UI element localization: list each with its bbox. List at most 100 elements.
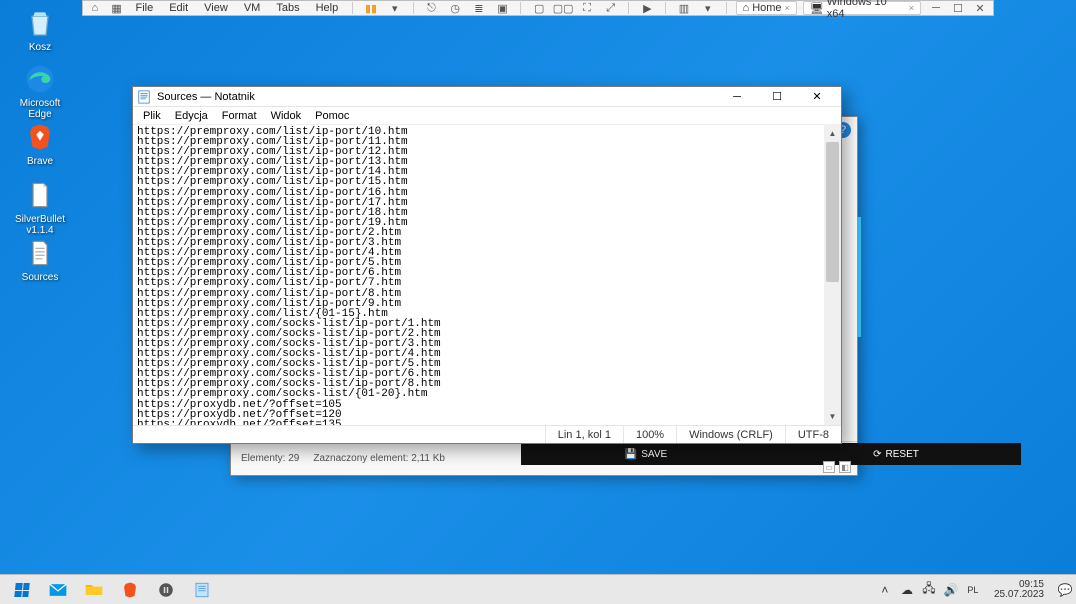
menu-view[interactable]: Widok <box>265 110 308 122</box>
desktop-icon-edge[interactable]: Microsoft Edge <box>8 62 72 120</box>
host-pause-icon[interactable]: ▮▮ <box>362 1 380 15</box>
host-dropdown-icon[interactable]: ▾ <box>386 1 404 15</box>
host-menu-edit[interactable]: Edit <box>164 2 193 14</box>
host-send-cad-icon[interactable]: ⎋ <box>423 1 441 15</box>
notepad-statusbar: Lin 1, kol 1 100% Windows (CRLF) UTF-8 <box>133 425 841 443</box>
scrollbar-vertical[interactable]: ▲ ▼ <box>824 125 841 425</box>
taskbar-mail[interactable] <box>40 576 76 604</box>
host-console-icon[interactable]: ▶ <box>638 1 656 15</box>
host-screenshot-icon[interactable]: ▣ <box>494 1 512 15</box>
menu-help[interactable]: Pomoc <box>309 110 355 122</box>
tray-network-icon[interactable]: 🖧 <box>922 583 936 597</box>
host-menu-view[interactable]: View <box>199 2 233 14</box>
status-enc: UTF-8 <box>785 426 841 443</box>
taskbar-notepad[interactable] <box>184 576 220 604</box>
tray-chevron-icon[interactable]: ˄ <box>878 583 892 597</box>
host-menu-file[interactable]: File <box>130 2 158 14</box>
maximize-button[interactable]: ☐ <box>757 88 797 106</box>
brave-icon <box>23 120 57 154</box>
host-stretch-icon[interactable]: ⤢ <box>602 1 620 15</box>
minimize-button[interactable]: ─ <box>717 88 757 106</box>
circle-icon <box>157 581 175 599</box>
host-unity-icon[interactable]: ▢ <box>530 1 548 15</box>
scroll-thumb[interactable] <box>826 142 839 282</box>
reset-label: RESET <box>886 449 919 460</box>
bg-status-left: Elementy: 29 <box>241 453 299 464</box>
desktop-icon-brave[interactable]: Brave <box>8 120 72 167</box>
taskbar-time: 09:15 <box>1019 580 1044 590</box>
host-maximize-button[interactable]: ☐ <box>949 1 967 15</box>
taskbar-date: 25.07.2023 <box>994 590 1044 600</box>
host-fullscreen-icon[interactable]: ⛶ <box>578 1 596 15</box>
desktop-icon-label: Microsoft Edge <box>8 98 72 120</box>
tray-onedrive-icon[interactable]: ☁ <box>900 583 914 597</box>
guest-desktop[interactable]: Kosz Microsoft Edge Brave SilverBullet v… <box>0 0 1076 604</box>
tab-label: Windows 10 x64 <box>827 0 906 20</box>
desktop-icon-label: Sources <box>22 272 59 283</box>
close-button[interactable]: ✕ <box>797 88 837 106</box>
taskbar-app[interactable] <box>148 576 184 604</box>
desktop-icon-sources[interactable]: Sources <box>8 236 72 283</box>
taskbar-explorer[interactable] <box>76 576 112 604</box>
host-library-icon[interactable]: ▥ <box>675 1 693 15</box>
status-eol: Windows (CRLF) <box>676 426 785 443</box>
mini-icon-1[interactable]: ▭ <box>823 461 835 473</box>
notepad-titlebar[interactable]: Sources — Notatnik ─ ☐ ✕ <box>133 87 841 107</box>
scroll-up-arrow-icon[interactable]: ▲ <box>824 125 841 142</box>
host-menu-tabs[interactable]: Tabs <box>271 2 304 14</box>
host-multimon-icon[interactable]: ▢▢ <box>554 1 572 15</box>
save-label: SAVE <box>641 449 667 460</box>
notepad-menubar: Plik Edycja Format Widok Pomoc <box>133 107 841 125</box>
desktop-icon-recycle-bin[interactable]: Kosz <box>8 6 72 53</box>
host-snapshot-icon[interactable]: ◷ <box>446 1 464 15</box>
host-tab-vm[interactable]: 🖥 Windows 10 x64 × <box>803 1 921 15</box>
bg-status-right: Zaznaczony element: 2,11 Kb <box>313 453 445 464</box>
host-menu-vm[interactable]: VM <box>239 2 266 14</box>
notepad-window[interactable]: Sources — Notatnik ─ ☐ ✕ Plik Edycja For… <box>132 86 842 444</box>
host-close-button[interactable]: ✕ <box>971 1 989 15</box>
host-minimize-button[interactable]: ─ <box>927 1 945 15</box>
status-zoom: 100% <box>623 426 676 443</box>
menu-edit[interactable]: Edycja <box>169 110 214 122</box>
brave-icon <box>121 581 139 599</box>
taskbar-brave[interactable] <box>112 576 148 604</box>
taskbar-clock[interactable]: 09:15 25.07.2023 <box>988 580 1050 600</box>
monitor-icon: 🖥 <box>810 2 824 15</box>
host-tab-home[interactable]: ⌂ Home × <box>736 1 797 15</box>
taskbar: ˄ ☁ 🖧 🔊 PL 09:15 25.07.2023 💬 <box>0 574 1076 604</box>
home-icon: ⌂ <box>743 2 750 14</box>
mail-icon <box>48 580 68 600</box>
host-menu-help[interactable]: Help <box>311 2 344 14</box>
desktop-icon-label: Brave <box>27 156 53 167</box>
close-icon[interactable]: × <box>909 3 914 13</box>
desktop-icon-silverbullet[interactable]: SilverBullet v1.1.4 <box>8 178 72 236</box>
save-button[interactable]: 💾 SAVE <box>521 443 771 465</box>
background-app-footer: Elementy: 29 Zaznaczony element: 2,11 Kb… <box>231 441 857 475</box>
host-grid-icon[interactable]: ▦ <box>109 1 125 15</box>
mini-icon-2[interactable]: ◧ <box>839 461 851 473</box>
recycle-bin-icon <box>23 6 57 40</box>
edge-icon <box>23 62 57 96</box>
host-home-icon[interactable]: ⌂ <box>87 1 103 15</box>
close-icon[interactable]: × <box>785 3 790 13</box>
notepad-textarea[interactable]: https://premproxy.com/list/ip-port/10.ht… <box>133 125 824 425</box>
tray-notifications-icon[interactable]: 💬 <box>1058 583 1072 597</box>
host-library-dropdown-icon[interactable]: ▾ <box>699 1 717 15</box>
scroll-down-arrow-icon[interactable]: ▼ <box>824 408 841 425</box>
menu-format[interactable]: Format <box>216 110 263 122</box>
file-icon <box>23 178 57 212</box>
host-manage-icon[interactable]: ≣ <box>470 1 488 15</box>
textfile-icon <box>23 236 57 270</box>
reset-button[interactable]: ⟳ RESET <box>771 443 1021 465</box>
tray-volume-icon[interactable]: 🔊 <box>944 583 958 597</box>
tray-lang-icon[interactable]: PL <box>966 583 980 597</box>
background-app-accent <box>857 217 861 337</box>
notepad-title: Sources — Notatnik <box>157 91 255 103</box>
start-button[interactable] <box>4 576 40 604</box>
save-icon: 💾 <box>625 449 637 460</box>
host-toolbar: ⌂ ▦ File Edit View VM Tabs Help ▮▮ ▾ ⎋ ◷… <box>82 0 994 16</box>
notepad-icon <box>137 90 151 104</box>
desktop-icon-label: Kosz <box>29 42 51 53</box>
menu-file[interactable]: Plik <box>137 110 167 122</box>
windows-logo-icon <box>14 583 29 597</box>
